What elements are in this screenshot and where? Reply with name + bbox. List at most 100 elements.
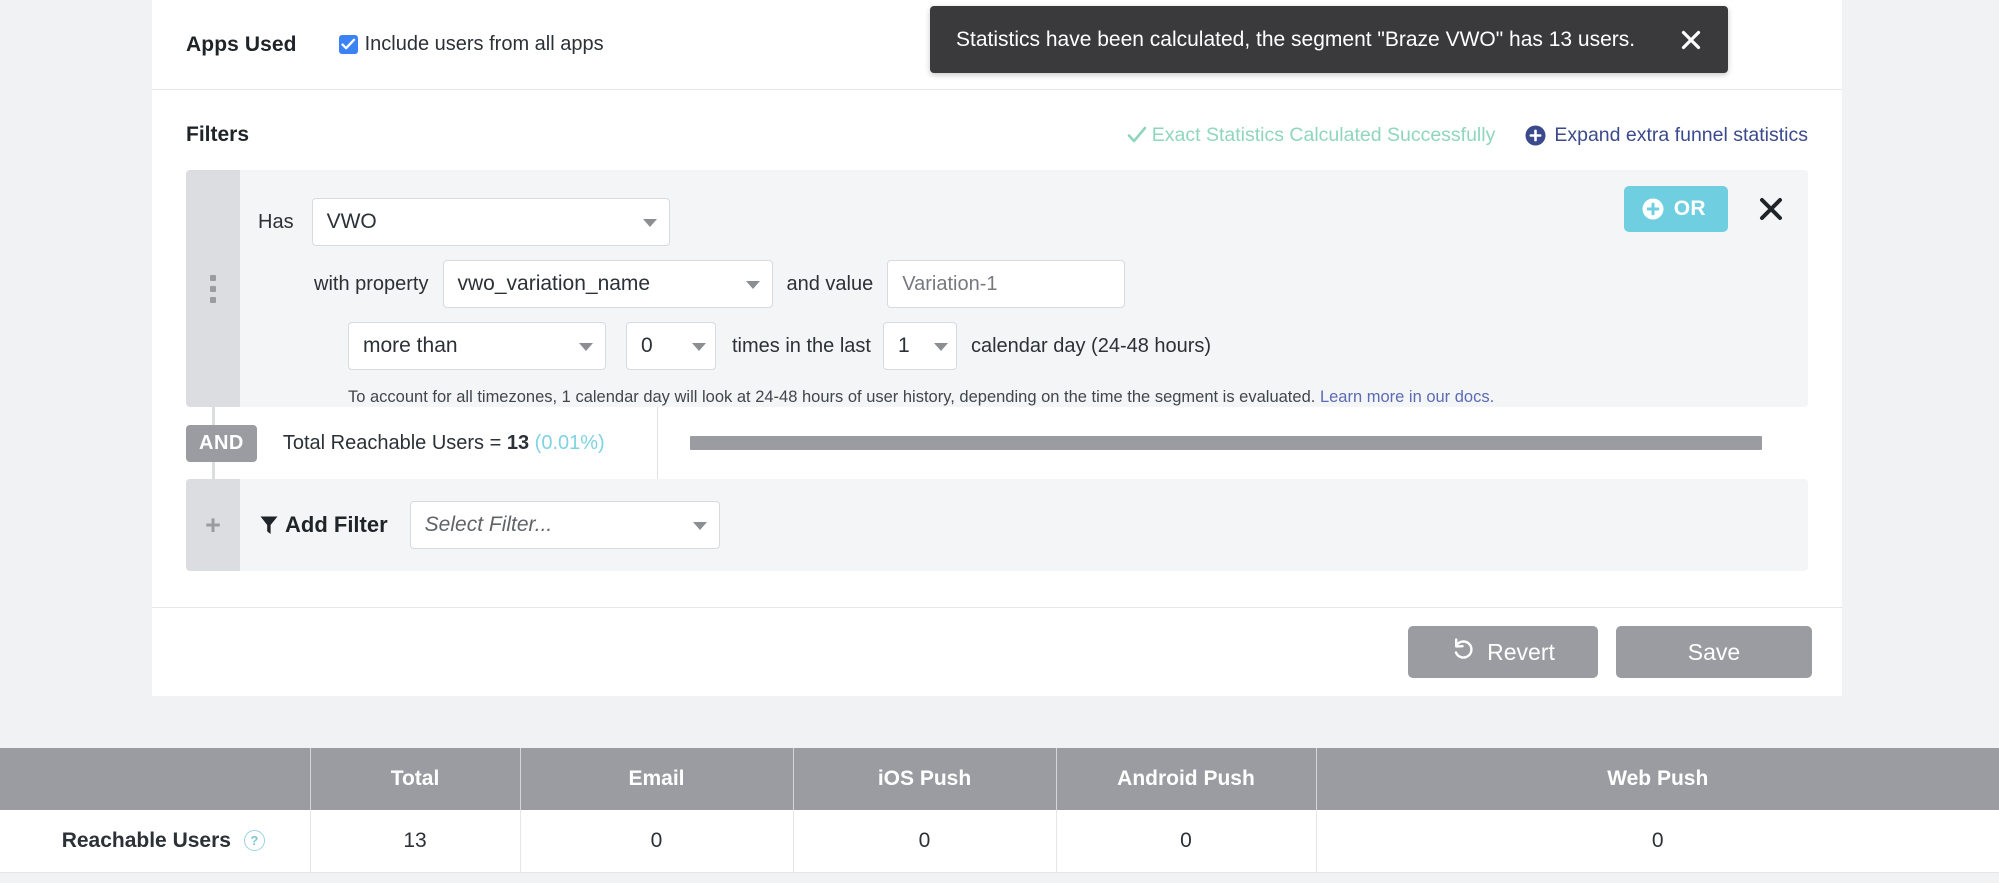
toast-close-button[interactable] xyxy=(1680,29,1702,51)
table-col-total: Total xyxy=(310,748,520,810)
expand-funnel-statistics-label: Expand extra funnel statistics xyxy=(1554,124,1808,147)
filter-row-property: with property vwo_variation_name and val… xyxy=(240,260,1808,308)
event-select[interactable]: VWO xyxy=(312,198,670,246)
table-col-email: Email xyxy=(520,748,793,810)
toast-notification: Statistics have been calculated, the seg… xyxy=(930,6,1728,73)
table-col-ios-push: iOS Push xyxy=(793,748,1056,810)
property-select-value: vwo_variation_name xyxy=(458,272,651,296)
row-label-text: Reachable Users xyxy=(62,829,231,852)
filters-header-actions: Exact Statistics Calculated Successfully… xyxy=(1127,124,1808,147)
question-circle-icon[interactable]: ? xyxy=(244,830,265,851)
operator-select-value: more than xyxy=(363,334,458,358)
total-reachable-users-prefix: Total Reachable Users = xyxy=(283,432,507,454)
chevron-down-icon xyxy=(579,343,593,351)
row-label-reachable-users: Reachable Users ? xyxy=(0,810,310,872)
cell-total: 13 xyxy=(310,810,520,872)
learn-more-docs-link[interactable]: Learn more in our docs. xyxy=(1320,388,1494,406)
select-filter-placeholder: Select Filter... xyxy=(425,513,553,537)
toast-message: Statistics have been calculated, the seg… xyxy=(956,28,1635,52)
and-value-label: and value xyxy=(787,273,874,296)
page-background-right xyxy=(1842,0,1999,748)
include-all-apps-label: Include users from all apps xyxy=(365,33,604,56)
total-reachable-users-percent: (0.01%) xyxy=(535,432,605,454)
plus-circle-icon xyxy=(1642,198,1664,220)
revert-label: Revert xyxy=(1487,639,1555,666)
segment-card: Apps Used Include users from all apps Fi… xyxy=(152,0,1842,696)
total-reachable-users-value: 13 xyxy=(507,432,529,454)
table-row: Reachable Users ? 13 0 0 0 0 xyxy=(0,810,1999,872)
reachable-users-table: Total Email iOS Push Android Push Web Pu… xyxy=(0,748,1999,873)
period-select[interactable]: 1 xyxy=(883,322,957,370)
period-unit-label: calendar day (24-48 hours) xyxy=(971,335,1211,358)
cell-email: 0 xyxy=(520,810,793,872)
chevron-down-icon xyxy=(643,219,657,227)
table-col-blank xyxy=(0,748,310,810)
plus-circle-icon xyxy=(1525,125,1546,146)
check-icon xyxy=(1127,126,1147,144)
stats-table-wrap: Total Email iOS Push Android Push Web Pu… xyxy=(0,748,1999,873)
remove-filter-button[interactable] xyxy=(1754,192,1788,226)
cell-web-push: 0 xyxy=(1316,810,1999,872)
revert-button[interactable]: Revert xyxy=(1408,626,1598,678)
property-select[interactable]: vwo_variation_name xyxy=(443,260,773,308)
chevron-down-icon xyxy=(746,281,760,289)
exact-statistics-status: Exact Statistics Calculated Successfully xyxy=(1127,124,1496,147)
include-all-apps-control[interactable]: Include users from all apps xyxy=(339,33,604,56)
chevron-down-icon xyxy=(934,343,948,351)
filters-section: Filters Exact Statistics Calculated Succ… xyxy=(152,90,1842,608)
checkmark-icon xyxy=(341,38,356,51)
and-connector-pill[interactable]: AND xyxy=(186,425,257,462)
undo-icon xyxy=(1451,638,1475,666)
cell-android-push: 0 xyxy=(1056,810,1316,872)
value-input[interactable] xyxy=(887,260,1125,308)
filter-row-frequency: more than 0 times in the last 1 calend xyxy=(240,322,1808,370)
filter-block: Has VWO with property vwo_variation_name… xyxy=(186,170,1808,407)
table-col-android-push: Android Push xyxy=(1056,748,1316,810)
close-icon xyxy=(1680,29,1702,51)
count-select-value: 0 xyxy=(641,334,653,358)
total-reachable-users-summary: Total Reachable Users = 13 (0.01%) xyxy=(283,432,605,455)
summary-divider xyxy=(657,407,658,479)
funnel-icon xyxy=(260,515,278,535)
filter-drag-handle[interactable] xyxy=(186,170,240,407)
select-filter-dropdown[interactable]: Select Filter... xyxy=(410,501,720,549)
add-or-condition-label: OR xyxy=(1674,197,1706,221)
and-connector-row: AND Total Reachable Users = 13 (0.01%) xyxy=(186,407,1808,479)
include-all-apps-checkbox[interactable] xyxy=(339,35,358,54)
filter-body: Has VWO with property vwo_variation_name… xyxy=(240,170,1808,407)
apps-used-label: Apps Used xyxy=(186,33,297,57)
drag-dots-icon xyxy=(210,275,216,303)
times-in-last-label: times in the last xyxy=(732,335,871,358)
table-col-web-push: Web Push xyxy=(1316,748,1999,810)
chevron-down-icon xyxy=(692,343,706,351)
timezone-fineprint-text: To account for all timezones, 1 calendar… xyxy=(348,388,1315,406)
with-property-label: with property xyxy=(314,273,429,296)
add-filter-label: Add Filter xyxy=(285,512,388,538)
add-filter-block: + Add Filter Select Filter... xyxy=(186,479,1808,571)
save-label: Save xyxy=(1688,639,1740,666)
table-header-row: Total Email iOS Push Android Push Web Pu… xyxy=(0,748,1999,810)
reachable-users-bar xyxy=(690,436,1762,450)
exact-statistics-status-label: Exact Statistics Calculated Successfully xyxy=(1152,124,1496,147)
chevron-down-icon xyxy=(693,522,707,530)
save-button[interactable]: Save xyxy=(1616,626,1812,678)
count-select[interactable]: 0 xyxy=(626,322,716,370)
expand-funnel-statistics-link[interactable]: Expand extra funnel statistics xyxy=(1525,124,1808,147)
filters-title: Filters xyxy=(186,123,249,147)
plus-icon: + xyxy=(205,512,221,539)
cell-ios-push: 0 xyxy=(793,810,1056,872)
has-label: Has xyxy=(258,211,294,234)
segment-editor-page: Apps Used Include users from all apps Fi… xyxy=(0,0,1999,883)
reachable-users-bar-wrap xyxy=(690,436,1762,450)
add-or-condition-button[interactable]: OR xyxy=(1624,186,1728,232)
period-select-value: 1 xyxy=(898,334,910,358)
close-icon xyxy=(1758,196,1784,222)
add-filter-button[interactable]: Add Filter xyxy=(260,512,388,538)
filters-header: Filters Exact Statistics Calculated Succ… xyxy=(186,118,1808,152)
event-select-value: VWO xyxy=(327,210,377,234)
operator-select[interactable]: more than xyxy=(348,322,606,370)
filter-row-event: Has VWO xyxy=(240,198,1808,246)
timezone-fineprint: To account for all timezones, 1 calendar… xyxy=(240,388,1808,407)
footer-actions: Revert Save xyxy=(152,608,1842,696)
add-filter-plus-button[interactable]: + xyxy=(186,479,240,571)
